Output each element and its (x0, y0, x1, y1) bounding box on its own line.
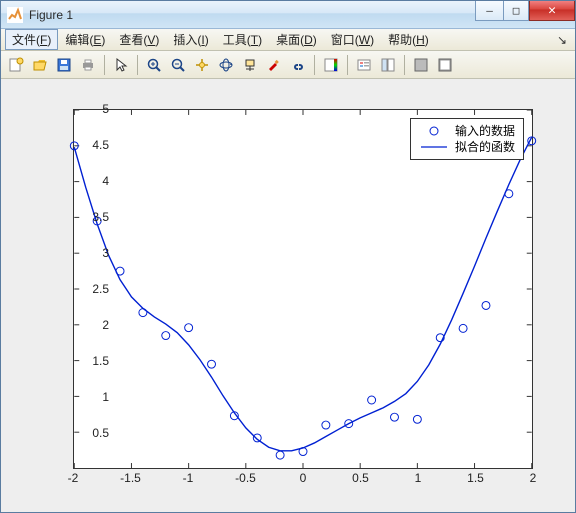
colorbar-icon[interactable] (320, 54, 342, 76)
axes[interactable]: 输入的数据 拟合的函数 (73, 109, 533, 469)
figure-window: Figure 1 – □ ✕ 文件(F)编辑(E)查看(V)插入(I)工具(T)… (0, 0, 576, 513)
legend-icon[interactable] (353, 54, 375, 76)
legend[interactable]: 输入的数据 拟合的函数 (410, 118, 524, 160)
xtick-label: 1 (398, 471, 438, 485)
data-point (208, 360, 216, 368)
toolbar (1, 51, 575, 79)
ytick-label: 1 (69, 390, 109, 404)
data-point (276, 451, 284, 459)
legend-marker-icon (419, 124, 449, 138)
xtick-label: 0 (283, 471, 323, 485)
ytick-label: 3 (69, 246, 109, 260)
legend-item[interactable]: 拟合的函数 (419, 139, 515, 155)
toolbar-separator (104, 55, 105, 75)
ytick-label: 1.5 (69, 354, 109, 368)
ytick-label: 2.5 (69, 282, 109, 296)
titlebar[interactable]: Figure 1 – □ ✕ (1, 1, 575, 29)
new-figure-icon[interactable] (5, 54, 27, 76)
menu-v[interactable]: 查看(V) (112, 29, 166, 50)
menu-i[interactable]: 插入(I) (166, 29, 215, 50)
save-icon[interactable] (53, 54, 75, 76)
link-icon[interactable] (287, 54, 309, 76)
data-point (116, 267, 124, 275)
toolbar-separator (314, 55, 315, 75)
layout-icon[interactable] (377, 54, 399, 76)
xtick-label: -2 (53, 471, 93, 485)
data-point (185, 324, 193, 332)
data-point (482, 301, 490, 309)
menubar-overflow-icon[interactable]: ↘ (553, 33, 571, 47)
xtick-label: -0.5 (226, 471, 266, 485)
menu-h[interactable]: 帮助(H) (381, 29, 436, 50)
minimize-button[interactable]: – (475, 1, 503, 21)
print-icon[interactable] (77, 54, 99, 76)
maximize-button[interactable]: □ (503, 1, 529, 21)
legend-line-icon (419, 140, 449, 154)
showplot-icon[interactable] (434, 54, 456, 76)
toolbar-separator (404, 55, 405, 75)
legend-label: 输入的数据 (455, 123, 515, 139)
fit-curve (74, 137, 531, 451)
zoom-out-icon[interactable] (167, 54, 189, 76)
data-point (299, 448, 307, 456)
pan-icon[interactable] (191, 54, 213, 76)
menu-e[interactable]: 编辑(E) (58, 29, 112, 50)
data-point (322, 421, 330, 429)
window-buttons: – □ ✕ (475, 1, 575, 28)
xtick-label: -1.5 (111, 471, 151, 485)
data-point (391, 413, 399, 421)
toolbar-separator (347, 55, 348, 75)
xtick-label: 0.5 (341, 471, 381, 485)
data-point (413, 415, 421, 423)
window-title: Figure 1 (29, 8, 73, 22)
ytick-label: 4.5 (69, 138, 109, 152)
ytick-label: 3.5 (69, 210, 109, 224)
data-point (368, 396, 376, 404)
legend-label: 拟合的函数 (455, 139, 515, 155)
ytick-label: 2 (69, 318, 109, 332)
data-point (459, 324, 467, 332)
menu-d[interactable]: 桌面(D) (269, 29, 324, 50)
zoom-in-icon[interactable] (143, 54, 165, 76)
menu-t[interactable]: 工具(T) (216, 29, 269, 50)
data-point (139, 309, 147, 317)
xtick-label: 2 (513, 471, 553, 485)
plot-canvas (74, 110, 532, 468)
ytick-label: 0.5 (69, 426, 109, 440)
pointer-icon[interactable] (110, 54, 132, 76)
xtick-label: 1.5 (456, 471, 496, 485)
menu-w[interactable]: 窗口(W) (324, 29, 381, 50)
rotate3d-icon[interactable] (215, 54, 237, 76)
xtick-label: -1 (168, 471, 208, 485)
brush-icon[interactable] (263, 54, 285, 76)
menubar: 文件(F)编辑(E)查看(V)插入(I)工具(T)桌面(D)窗口(W)帮助(H)… (1, 29, 575, 51)
legend-item[interactable]: 输入的数据 (419, 123, 515, 139)
data-point (253, 434, 261, 442)
open-icon[interactable] (29, 54, 51, 76)
toolbar-separator (137, 55, 138, 75)
data-point (505, 190, 513, 198)
datacursor-icon[interactable] (239, 54, 261, 76)
ytick-label: 5 (69, 102, 109, 116)
data-point (162, 332, 170, 340)
hideplot-icon[interactable] (410, 54, 432, 76)
matlab-icon (7, 7, 23, 23)
close-button[interactable]: ✕ (529, 1, 575, 21)
menu-f[interactable]: 文件(F) (5, 29, 58, 50)
figure-area: 输入的数据 拟合的函数 0.5 1 1.5 2 2.5 3 3.5 4 4.5 5 -2 -1.5 -… (1, 79, 575, 512)
ytick-label: 4 (69, 174, 109, 188)
